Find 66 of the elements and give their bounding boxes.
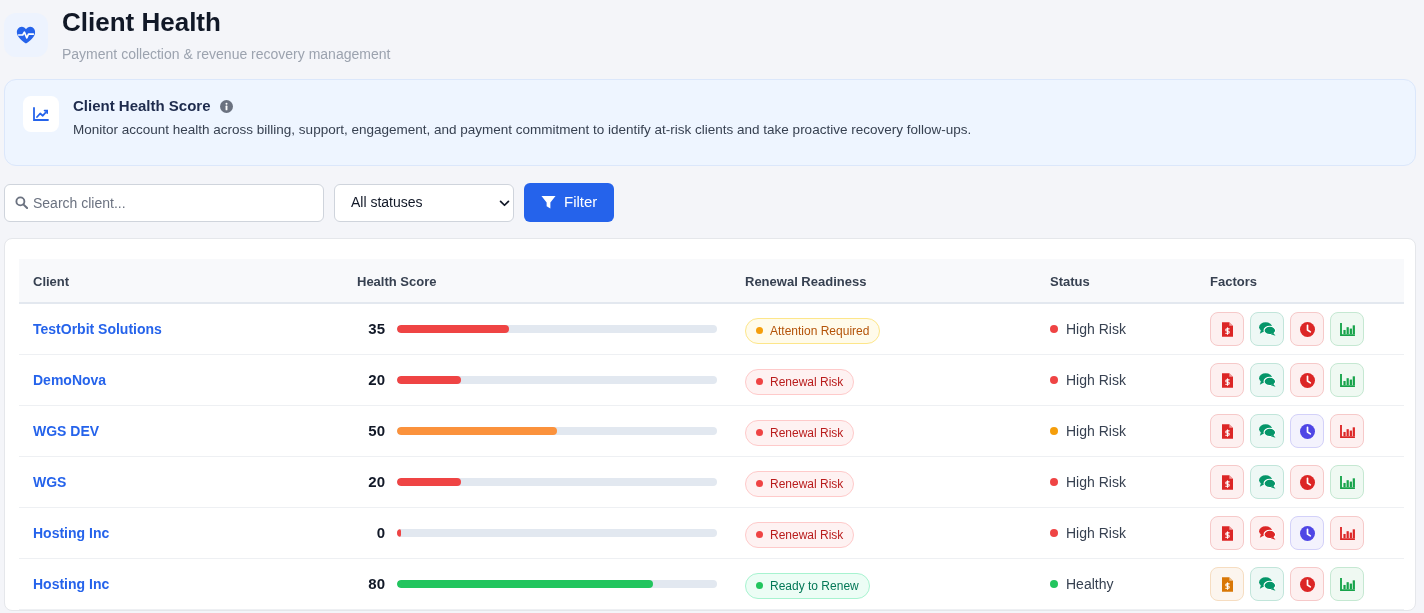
bar-chart-icon [1330, 465, 1364, 499]
clock-icon [1290, 363, 1324, 397]
search-icon [15, 195, 28, 209]
health-score-value: 35 [367, 318, 385, 339]
column-header: Factors [1210, 272, 1257, 291]
readiness-label: Renewal Risk [770, 424, 844, 442]
dollar-document-icon [1210, 414, 1244, 448]
clock-icon [1290, 567, 1324, 601]
client-link[interactable]: DemoNova [33, 369, 107, 391]
dollar-document-icon [1210, 465, 1244, 499]
health-score-value: 50 [367, 420, 385, 441]
dollar-document-icon [1210, 516, 1244, 550]
status-label: Healthy [1066, 574, 1114, 594]
health-score-value: 0 [375, 522, 385, 543]
status-label: High Risk [1066, 421, 1126, 441]
client-link[interactable]: WGS DEV [33, 420, 100, 442]
clock-icon [1290, 516, 1324, 550]
bar-chart-icon [1330, 414, 1364, 448]
readiness-label: Ready to Renew [770, 577, 859, 595]
bar-chart-icon [1330, 312, 1364, 346]
client-link[interactable]: Hosting Inc [33, 573, 110, 595]
info-card-description: Monitor account health across billing, support, engagement, and payment commitment to identify at-risk clients and take proactive recovery follow-ups. [73, 121, 972, 139]
status-select[interactable]: All statuses [334, 183, 514, 222]
filter-button[interactable]: Filter [524, 183, 615, 222]
dollar-document-icon [1210, 363, 1244, 397]
filter-icon [541, 195, 556, 210]
readiness-label: Renewal Risk [770, 526, 844, 544]
status-label: High Risk [1066, 523, 1126, 543]
chevron-down-icon [499, 199, 510, 207]
status-label: High Risk [1066, 319, 1126, 339]
search-field[interactable]: Search client... [4, 183, 324, 222]
readiness-label: Attention Required [770, 322, 870, 340]
speech-bubbles-icon [1250, 312, 1284, 346]
bar-chart-icon [1330, 516, 1364, 550]
speech-bubbles-icon [1250, 567, 1284, 601]
page-subtitle: Payment collection & revenue recovery management [62, 45, 391, 64]
speech-bubbles-icon [1250, 465, 1284, 499]
page-title: Client Health [62, 6, 222, 39]
readiness-label: Renewal Risk [770, 475, 844, 493]
speech-bubbles-icon [1250, 414, 1284, 448]
clock-icon [1290, 414, 1324, 448]
line-chart-icon [23, 96, 59, 132]
info-card-title: Client Health Score [73, 96, 211, 116]
status-label: High Risk [1066, 370, 1126, 390]
status-label: High Risk [1066, 472, 1126, 492]
bar-chart-icon [1330, 363, 1364, 397]
readiness-label: Renewal Risk [770, 373, 844, 391]
dollar-document-icon [1210, 567, 1244, 601]
speech-bubbles-icon [1250, 363, 1284, 397]
speech-bubbles-icon [1250, 516, 1284, 550]
dollar-document-icon [1210, 312, 1244, 346]
column-header: Renewal Readiness [745, 272, 867, 291]
client-link[interactable]: Hosting Inc [33, 522, 110, 544]
health-score-value: 80 [367, 573, 385, 594]
column-header: Client [33, 272, 70, 291]
client-link[interactable]: WGS [33, 471, 67, 493]
info-icon[interactable] [219, 99, 233, 113]
health-score-value: 20 [367, 369, 385, 390]
heart-pulse-icon [4, 13, 48, 57]
clock-icon [1290, 312, 1324, 346]
bar-chart-icon [1330, 567, 1364, 601]
clock-icon [1290, 465, 1324, 499]
client-link[interactable]: TestOrbit Solutions [33, 318, 162, 340]
column-header: Status [1050, 272, 1090, 291]
column-header: Health Score [357, 272, 437, 291]
health-score-value: 20 [367, 471, 385, 492]
